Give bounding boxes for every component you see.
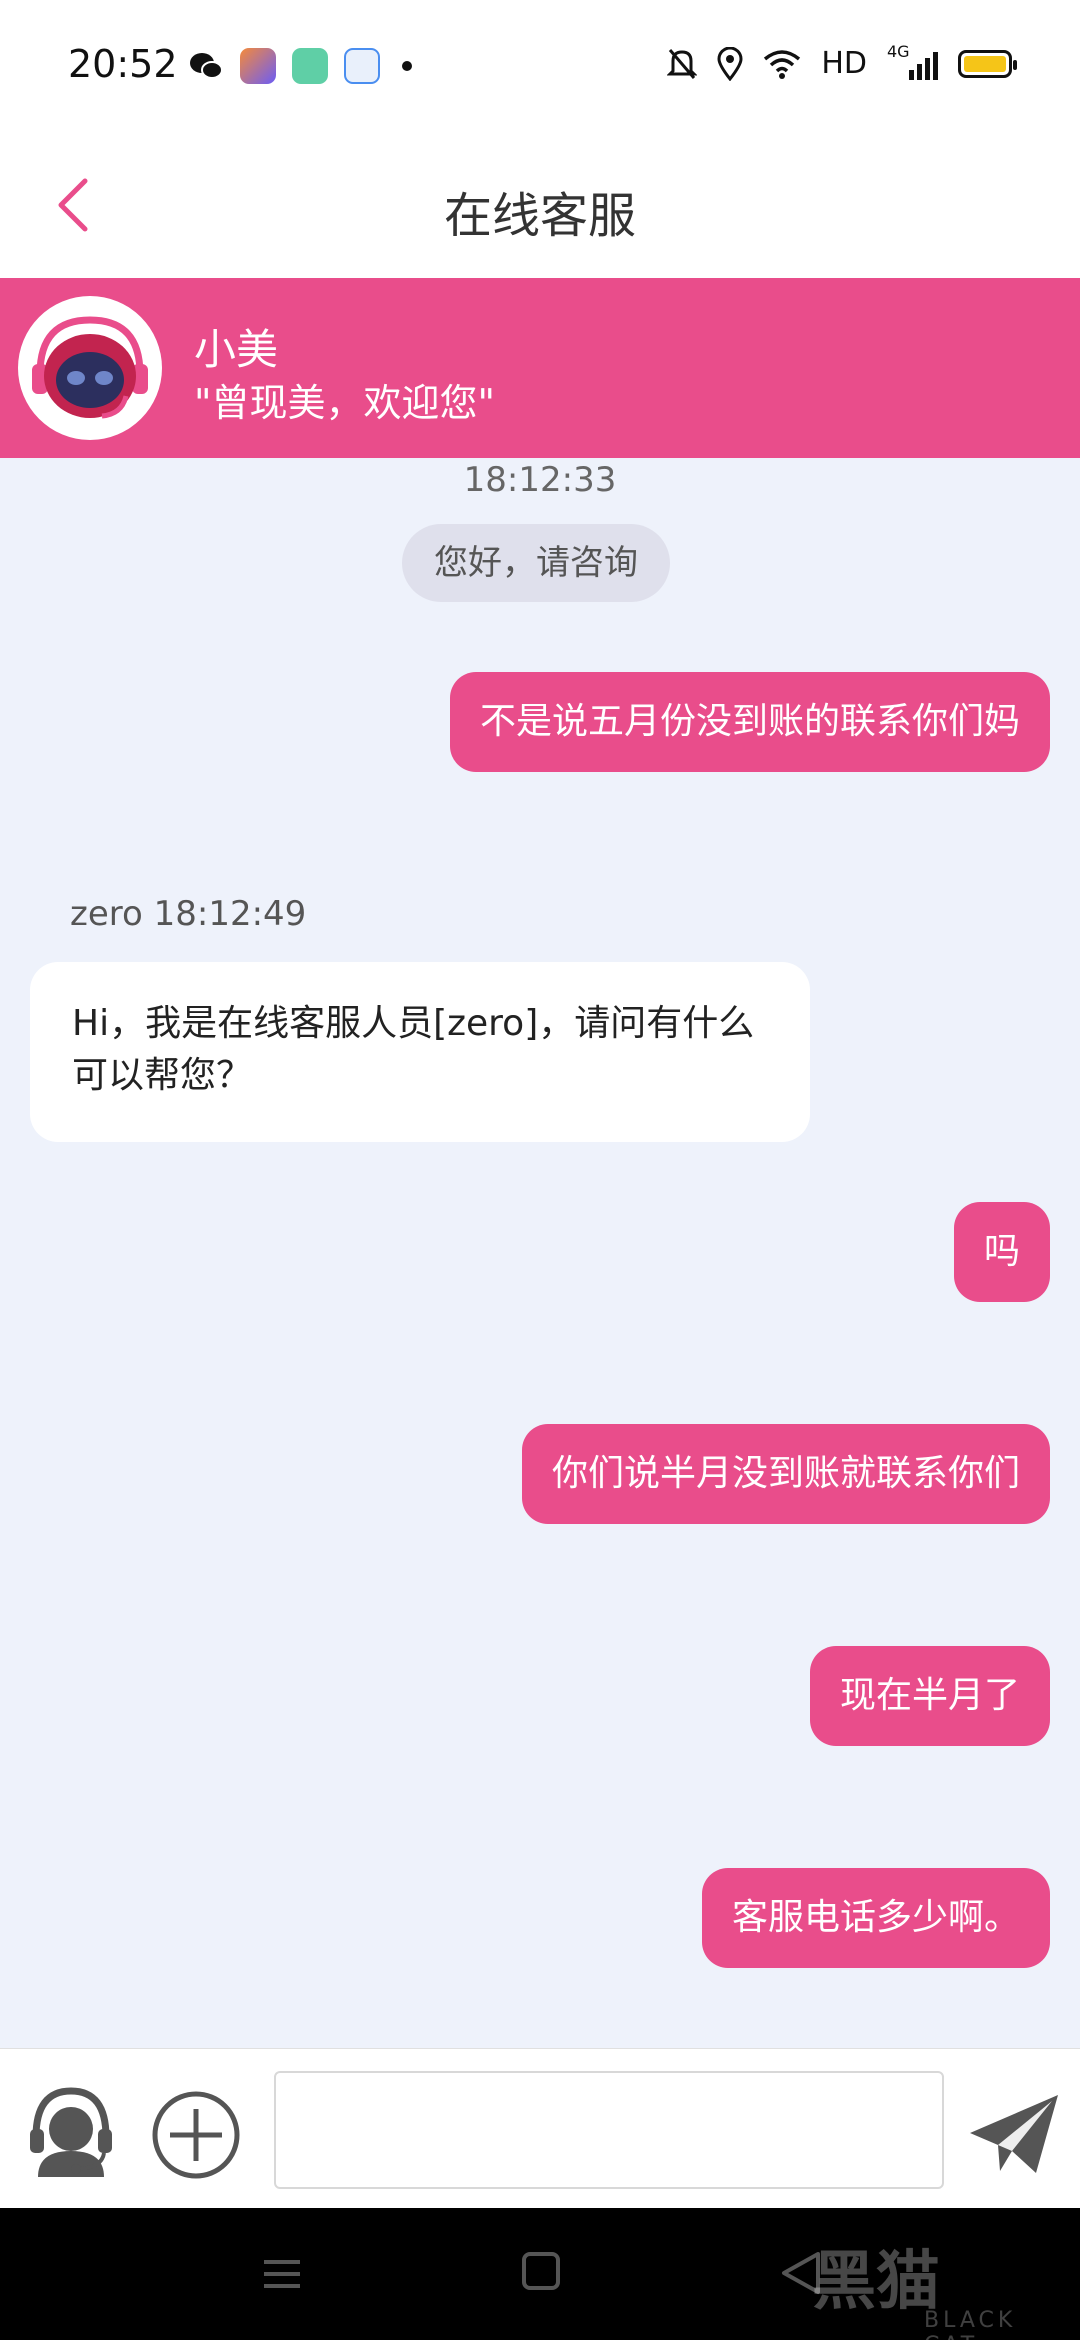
message-input-bar [0, 2048, 1080, 2208]
user-message-bubble[interactable]: 不是说五月份没到账的联系你们妈 [449, 672, 1050, 772]
user-message-bubble[interactable]: 你们说半月没到账就联系你们 [521, 1424, 1050, 1524]
app-icon-2 [292, 48, 328, 84]
user-message-bubble[interactable]: 现在半月了 [809, 1646, 1050, 1746]
agent-name: 小美 [194, 325, 279, 374]
page-title: 在线客服 [443, 188, 636, 244]
robot-headset-icon [20, 298, 160, 438]
watermark-logo: 黑猫 [812, 2245, 940, 2319]
location-icon [717, 46, 743, 81]
mute-bell-icon [667, 48, 698, 79]
system-nav-bar: 黑猫 BLACK CAT [0, 2208, 1080, 2340]
chat-area[interactable]: 18:12:33 您好，请咨询 不是说五月份没到账的联系你们妈 zero 18:… [0, 458, 1080, 2048]
plus-circle-icon [152, 2091, 240, 2179]
menu-icon [264, 2260, 300, 2288]
home-button[interactable] [522, 2252, 560, 2290]
human-agent-button[interactable] [26, 2081, 116, 2177]
app-icon-1 [240, 48, 276, 84]
app-icon-3 [344, 48, 380, 84]
system-message: 您好，请咨询 [402, 524, 670, 602]
agent-slogan: "曾现美，欢迎您" [194, 381, 495, 425]
watermark-subtext: BLACK CAT [924, 2308, 1017, 2340]
message-input[interactable] [274, 2071, 944, 2189]
notification-icons [188, 48, 412, 84]
session-timestamp: 18:12:33 [463, 460, 617, 500]
status-bar: 20:52 HD 4G [0, 0, 1080, 130]
agent-banner: 小美 "曾现美，欢迎您" [0, 278, 1080, 458]
agent-sender-label: zero 18:12:49 [70, 894, 307, 934]
attach-button[interactable] [150, 2089, 242, 2181]
user-message-bubble[interactable]: 吗 [953, 1202, 1050, 1302]
app-header: 在线客服 [0, 130, 1080, 278]
wifi-icon [764, 49, 801, 79]
customer-service-icon [30, 2087, 112, 2177]
send-button[interactable] [966, 2089, 1062, 2181]
status-indicators: HD 4G [667, 42, 1017, 81]
agent-message-bubble[interactable]: Hi，我是在线客服人员[zero]，请问有什么可以帮您？ [30, 962, 810, 1142]
signal-icon: 4G [887, 42, 938, 80]
user-message-bubble[interactable]: 客服电话多少啊。 [701, 1868, 1050, 1968]
more-notifications-dot [402, 61, 412, 71]
agent-avatar [18, 296, 162, 440]
wechat-icon [190, 53, 223, 79]
signal-type-label: 4G [887, 41, 910, 61]
send-plane-icon [970, 2095, 1058, 2173]
network-type-label: HD [821, 46, 867, 81]
battery-icon [958, 49, 1017, 78]
recent-apps-button[interactable] [262, 2254, 302, 2294]
status-time: 20:52 [68, 42, 178, 86]
